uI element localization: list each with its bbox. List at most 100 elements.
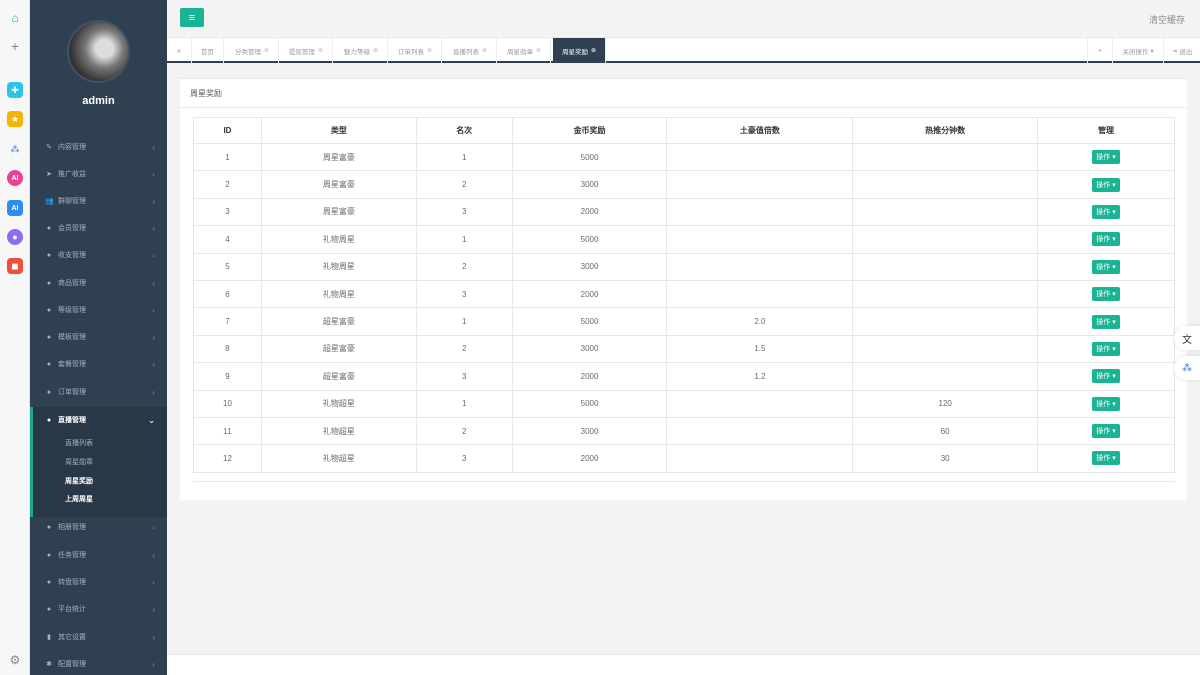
action-dropdown-button[interactable]: 操作 ▾ bbox=[1092, 177, 1120, 192]
sidebar-item-members[interactable]: ● 会员管理 ‹ bbox=[30, 218, 167, 238]
sidebar-item-label: 套餐管理 bbox=[58, 361, 86, 368]
sidebar-item-promotion[interactable]: ➤ 推广收益 ‹ bbox=[30, 164, 167, 184]
close-icon[interactable]: ⊗ bbox=[536, 47, 541, 54]
sidebar-item-packages[interactable]: ● 套餐管理 ‹ bbox=[30, 354, 167, 374]
hamburger-icon: ≡ bbox=[188, 11, 196, 24]
table-cell: 3000 bbox=[511, 170, 668, 199]
close-icon[interactable]: ⊗ bbox=[427, 47, 432, 54]
sidebar-subitem-live-list[interactable]: 直播列表 bbox=[65, 438, 93, 448]
ai-ring-icon[interactable]: AI bbox=[7, 170, 23, 186]
close-icon[interactable]: ⊗ bbox=[318, 47, 323, 54]
sidebar-item-other-settings[interactable]: ▮ 其它设置 ‹ bbox=[30, 627, 167, 647]
tab-week-reward[interactable]: 周星奖励 ⊗ bbox=[553, 38, 607, 63]
browser-side-rail: ⌂ + ✚ ★ ⁂ AI AI ● ◼ ⚙ bbox=[0, 0, 30, 675]
action-dropdown-button[interactable]: 操作 ▾ bbox=[1092, 396, 1120, 411]
table-cell bbox=[852, 334, 1039, 364]
sidebar-item-group-chat[interactable]: 👥 群聊管理 ‹ bbox=[30, 191, 167, 211]
table-cell: 5000 bbox=[511, 142, 668, 172]
sidebar-username[interactable]: admin bbox=[30, 95, 167, 107]
table-cell bbox=[852, 279, 1039, 309]
action-dropdown-button[interactable]: 操作 ▾ bbox=[1092, 259, 1120, 274]
close-actions-dropdown[interactable]: 关闭操作 ▾ bbox=[1112, 38, 1163, 63]
action-label: 操作 bbox=[1096, 263, 1111, 271]
action-dropdown-button[interactable]: 操作 ▾ bbox=[1092, 232, 1120, 247]
close-icon[interactable]: ⊗ bbox=[482, 47, 487, 54]
action-dropdown-button[interactable]: 操作 ▾ bbox=[1092, 451, 1120, 466]
sidebar-item-orders[interactable]: ● 订单管理 ‹ bbox=[30, 382, 167, 402]
tab-category[interactable]: 分类管理 ⊗ bbox=[226, 38, 280, 63]
tab-order-list[interactable]: 订单列表 ⊗ bbox=[389, 38, 443, 63]
sidebar-item-products[interactable]: ● 商品管理 ‹ bbox=[30, 273, 167, 293]
sidebar-item-wheel[interactable]: ● 转盘管理 ‹ bbox=[30, 572, 167, 592]
sidebar-item-label: 等级管理 bbox=[58, 307, 86, 314]
close-icon[interactable]: ⊗ bbox=[264, 47, 269, 54]
caret-down-icon: ▾ bbox=[1110, 154, 1116, 162]
user-icon: ● bbox=[46, 388, 52, 396]
sidebar-subitem-week-medal[interactable]: 周星勋章 bbox=[65, 457, 93, 467]
sidebar-item-config[interactable]: ✱ 配置管理 ‹ bbox=[30, 654, 167, 674]
tab-live-list[interactable]: 直播列表 ⊗ bbox=[444, 38, 498, 63]
sidebar-subitem-week-reward[interactable]: 周星奖励 bbox=[65, 476, 93, 486]
table-cell-actions: 操作 ▾ bbox=[1037, 444, 1175, 473]
caret-down-icon: ▾ bbox=[1150, 47, 1154, 55]
tab-week-medal[interactable]: 周星勋章 ⊗ bbox=[498, 38, 552, 63]
tab-home[interactable]: 首页 bbox=[192, 38, 224, 63]
tab-withdraw[interactable]: 提现管理 ⊗ bbox=[280, 38, 334, 63]
column-header: 金币奖励 bbox=[511, 117, 668, 144]
tab-label: 魅力等级 bbox=[344, 48, 370, 56]
action-dropdown-button[interactable]: 操作 ▾ bbox=[1092, 341, 1120, 356]
table-cell: 3 bbox=[415, 197, 513, 227]
star-icon[interactable]: ★ bbox=[7, 111, 23, 127]
chevron-left-icon: ‹ bbox=[152, 196, 155, 206]
network-icon[interactable]: ⁂ bbox=[7, 141, 23, 157]
sidebar-item-stats[interactable]: ● 平台统计 ‹ bbox=[30, 599, 167, 619]
user-icon: ● bbox=[46, 605, 52, 613]
chevron-down-icon: ⌄ bbox=[148, 415, 155, 425]
action-dropdown-button[interactable]: 操作 ▾ bbox=[1092, 424, 1120, 439]
logout-label: 退出 bbox=[1179, 48, 1193, 56]
action-dropdown-button[interactable]: 操作 ▾ bbox=[1092, 204, 1120, 219]
translate-icon[interactable]: 文 bbox=[1174, 326, 1200, 350]
settings-icon[interactable]: ⚙ bbox=[7, 652, 23, 668]
close-icon[interactable]: ⊗ bbox=[373, 47, 378, 54]
avatar[interactable] bbox=[67, 20, 130, 83]
caret-down-icon: ▾ bbox=[1110, 373, 1116, 381]
sidebar-item-live[interactable]: ● 直播管理 ⌄ bbox=[30, 410, 167, 430]
table-cell: 周星富豪 bbox=[260, 142, 417, 172]
chat-bubble-icon[interactable]: ● bbox=[7, 229, 23, 245]
sidebar-item-templates[interactable]: ● 模板管理 ‹ bbox=[30, 327, 167, 347]
sidebar-subitem-last-week-star[interactable]: 上周周星 bbox=[65, 494, 93, 504]
table-cell: 2000 bbox=[511, 444, 668, 473]
menu-toggle-button[interactable]: ≡ bbox=[180, 8, 204, 27]
sidebar-item-albums[interactable]: ● 相册管理 ‹ bbox=[30, 517, 167, 537]
logout-button[interactable]: ⇥ 退出 bbox=[1163, 38, 1200, 63]
table-cell-actions: 操作 ▾ bbox=[1037, 225, 1175, 254]
action-dropdown-button[interactable]: 操作 ▾ bbox=[1092, 150, 1120, 165]
sidebar-item-finance[interactable]: ● 收支管理 ‹ bbox=[30, 245, 167, 265]
ai-square-icon[interactable]: AI bbox=[7, 200, 23, 216]
plus-icon[interactable]: + bbox=[7, 38, 23, 54]
sidebar-item-label: 群聊管理 bbox=[58, 198, 86, 205]
home-icon[interactable]: ⌂ bbox=[7, 10, 23, 26]
sidebar-item-tasks[interactable]: ● 任务管理 ‹ bbox=[30, 545, 167, 565]
table-cell: 1 bbox=[415, 307, 513, 336]
group-icon: 👥 bbox=[45, 198, 54, 205]
reward-panel: 周星奖励 ID 类型 名次 金币奖励 土豪值倍数 热推分钟数 管理 1 周星富豪 1… bbox=[180, 78, 1187, 500]
table-cell bbox=[666, 225, 854, 254]
table-cell: 周星富豪 bbox=[260, 170, 417, 199]
network-icon[interactable]: ⁂ bbox=[1174, 356, 1200, 380]
close-icon[interactable]: ⊗ bbox=[591, 47, 596, 54]
sidebar-item-levels[interactable]: ● 等级管理 ‹ bbox=[30, 300, 167, 320]
clear-cache-link[interactable]: 清空缓存 bbox=[1149, 13, 1185, 26]
table-header-row: ID 类型 名次 金币奖励 土豪值倍数 热推分钟数 管理 bbox=[193, 117, 1175, 144]
tab-charm-level[interactable]: 魅力等级 ⊗ bbox=[335, 38, 389, 63]
tabs-scroll-right-button[interactable]: » bbox=[1087, 38, 1112, 63]
tabs-bar: « 首页 分类管理 ⊗ 提现管理 ⊗ 魅力等级 ⊗ 订单列表 ⊗ 直播列表 ⊗ … bbox=[167, 38, 1200, 63]
sidebar-item-content[interactable]: ✎ 内容管理 ‹ bbox=[30, 137, 167, 157]
tabs-scroll-left-button[interactable]: « bbox=[167, 38, 192, 63]
action-dropdown-button[interactable]: 操作 ▾ bbox=[1092, 287, 1120, 302]
action-dropdown-button[interactable]: 操作 ▾ bbox=[1092, 314, 1120, 329]
gamepad-icon[interactable]: ◼ bbox=[7, 258, 23, 274]
action-dropdown-button[interactable]: 操作 ▾ bbox=[1092, 369, 1120, 384]
app-cyan-icon[interactable]: ✚ bbox=[7, 82, 23, 98]
